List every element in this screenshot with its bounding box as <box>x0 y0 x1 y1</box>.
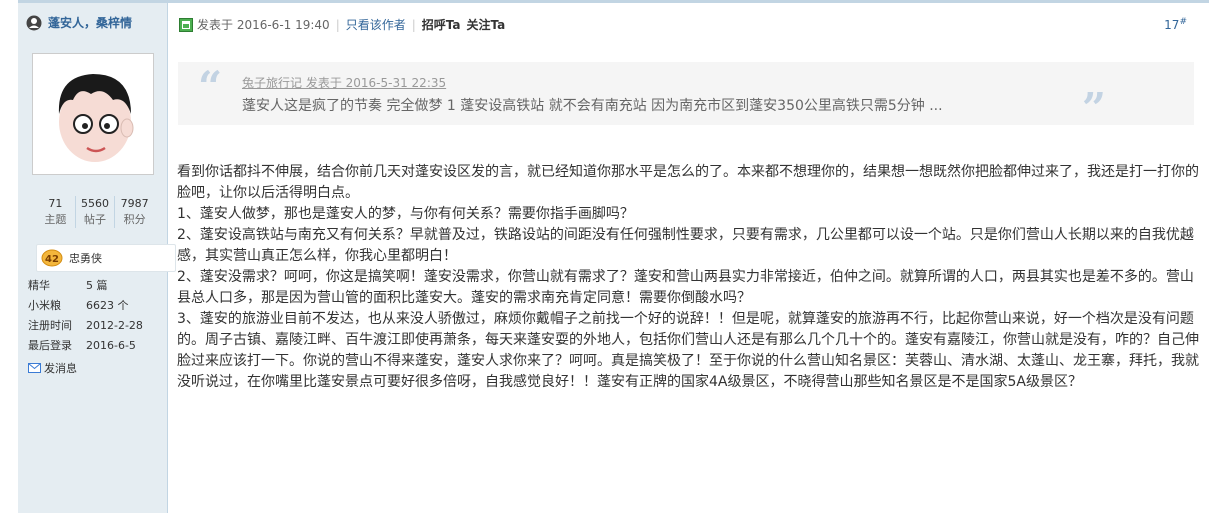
info-row: 小米粮 6623 个 <box>28 296 143 316</box>
rank-title: 忠勇侠 <box>69 252 102 265</box>
level-badge-icon: 42 <box>41 249 63 267</box>
follow-link[interactable]: 关注Ta <box>467 16 506 33</box>
avatar[interactable] <box>32 53 154 175</box>
info-label: 精华 <box>28 279 50 292</box>
post-meta: 发表于 2016-6-1 19:40 | 只看该作者 | 招呼Ta 关注Ta <box>179 16 505 33</box>
author-sidebar: 蓬安人，桑梓情 71 主题 5560 帖子 7987 积分 42 忠勇侠 精华 … <box>18 0 176 513</box>
post-paragraph: 看到你话都抖不伸展，结合你前几天对蓬安设区发的言，就已经知道你那水平是怎么的了。… <box>177 164 1199 201</box>
post-paragraph: 2、蓬安没需求？呵呵，你这是搞笑啊！蓬安没需求，你营山就有需求了？蓬安和营山两县… <box>177 269 1194 306</box>
post-paragraph: 1、蓬安人做梦，那也是蓬安人的梦，与你有何关系？需要你指手画脚吗？ <box>177 206 634 222</box>
quote-block: “ 兔子旅行记 发表于 2016-5-31 22:35 蓬安人这是疯了的节奏 完… <box>178 62 1194 130</box>
info-value: 2016-6-5 <box>86 339 136 352</box>
post-time: 发表于 2016-6-1 19:40 <box>197 18 330 32</box>
info-value: 5 篇 <box>86 279 108 292</box>
stat-label: 帖子 <box>84 213 106 226</box>
floor-suffix: # <box>1179 17 1187 27</box>
author-link[interactable]: 蓬安人，桑梓情 <box>26 14 132 31</box>
only-author-link[interactable]: 只看该作者 <box>346 16 406 33</box>
stat-posts[interactable]: 5560 帖子 <box>74 196 115 228</box>
open-quote-icon: “ <box>198 62 223 111</box>
quote-source-link[interactable]: 兔子旅行记 发表于 2016-5-31 22:35 <box>242 74 446 91</box>
divider <box>18 0 167 3</box>
info-row: 注册时间 2012-2-28 <box>28 316 143 336</box>
post-main: 发表于 2016-6-1 19:40 | 只看该作者 | 招呼Ta 关注Ta 1… <box>168 0 1209 513</box>
post-body: 看到你话都抖不伸展，结合你前几天对蓬安设区发的言，就已经知道你那水平是怎么的了。… <box>177 162 1199 393</box>
separator: | <box>411 17 416 32</box>
forum-post: 蓬安人，桑梓情 71 主题 5560 帖子 7987 积分 42 忠勇侠 精华 … <box>0 0 1209 513</box>
stat-label: 积分 <box>123 213 146 226</box>
author-info: 精华 5 篇 小米粮 6623 个 注册时间 2012-2-28 最后登录 2016-6… <box>28 276 143 356</box>
author-name[interactable]: 蓬安人，桑梓情 <box>48 14 132 31</box>
level-number: 42 <box>45 254 59 265</box>
post-paragraph: 2、蓬安设高铁站与南充又有何关系？早就普及过，铁路设站的间距没有任何强制性要求，… <box>177 227 1194 264</box>
quote-text: 蓬安人这是疯了的节奏 完全做梦 1 蓬安设高铁站 就不会有南充站 因为南充市区到… <box>242 98 943 114</box>
user-icon <box>26 15 42 30</box>
close-quote-icon: ” <box>1081 84 1106 133</box>
info-label: 小米粮 <box>28 299 61 312</box>
mail-icon <box>28 363 41 373</box>
info-row: 精华 5 篇 <box>28 276 143 296</box>
stat-value: 7987 <box>120 197 149 210</box>
stat-value: 5560 <box>81 197 109 210</box>
stat-threads[interactable]: 71 主题 <box>36 196 75 228</box>
info-row: 最后登录 2016-6-5 <box>28 336 143 356</box>
info-value: 2012-2-28 <box>86 319 143 332</box>
floor-value: 17 <box>1164 18 1180 32</box>
rank-badge[interactable]: 42 忠勇侠 <box>36 244 176 272</box>
send-message-link[interactable]: 发消息 <box>28 360 77 376</box>
stat-label: 主题 <box>44 213 67 226</box>
avatar-image <box>58 74 134 162</box>
greet-link[interactable]: 招呼Ta <box>422 16 461 33</box>
info-label: 注册时间 <box>28 319 72 332</box>
separator: | <box>335 17 340 32</box>
author-stats: 71 主题 5560 帖子 7987 积分 <box>36 196 154 228</box>
divider <box>168 0 1209 3</box>
floor-number[interactable]: 17# <box>1164 17 1187 32</box>
info-label: 最后登录 <box>28 339 72 352</box>
send-message-label[interactable]: 发消息 <box>44 360 77 376</box>
stat-points[interactable]: 7987 积分 <box>114 196 154 228</box>
online-status-icon <box>179 17 193 32</box>
info-value: 6623 个 <box>86 299 129 312</box>
stat-value: 71 <box>48 197 63 210</box>
post-paragraph: 3、蓬安的旅游业目前不发达，也从来没人骄傲过，麻烦你戴帽子之前找一个好的说辞！！… <box>177 311 1199 390</box>
